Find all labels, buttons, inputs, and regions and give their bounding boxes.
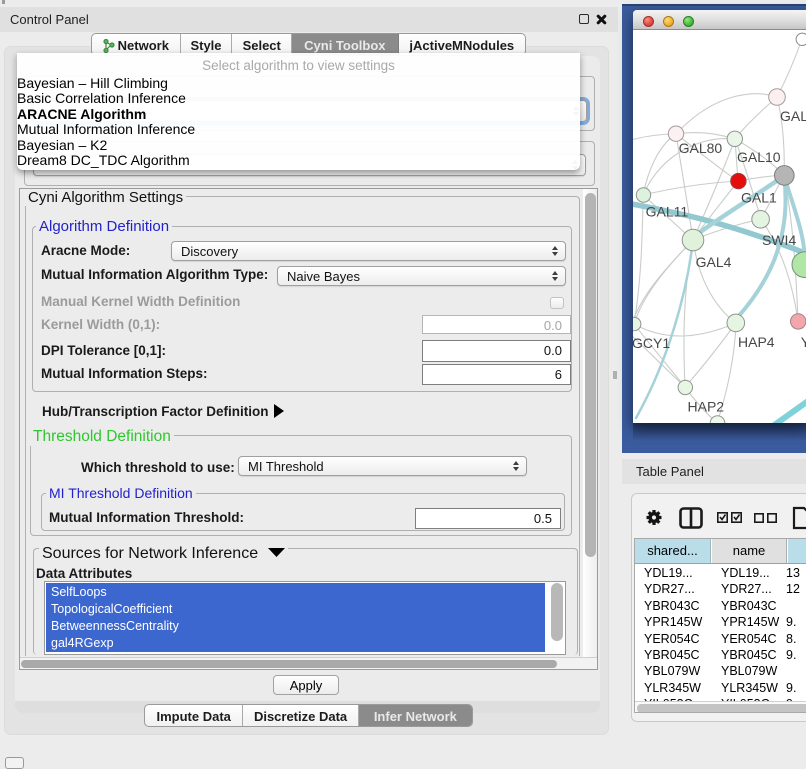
svg-text:GAL10: GAL10 [737,149,781,165]
svg-text:YD: YD [801,334,806,350]
svg-text:GAL11: GAL11 [646,204,689,220]
svg-text:GAL4: GAL4 [696,254,732,270]
svg-text:HAP4: HAP4 [738,334,775,350]
svg-text:GAL80: GAL80 [679,140,723,156]
svg-text:GAL1: GAL1 [741,190,777,206]
svg-text:GAL7: GAL7 [780,108,806,124]
svg-text:HAP2: HAP2 [688,399,725,415]
svg-text:SWI4: SWI4 [762,232,796,248]
svg-text:GCY1: GCY1 [633,335,670,351]
